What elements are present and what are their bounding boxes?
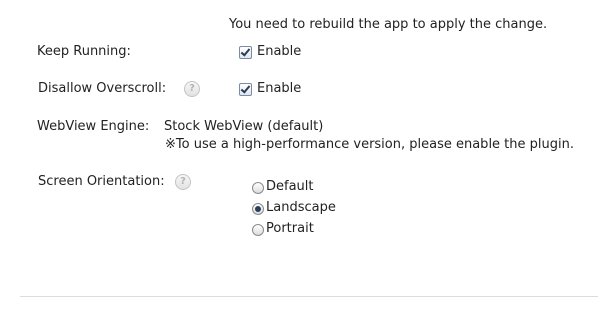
screen-orientation-label: Screen Orientation: xyxy=(38,174,165,189)
webview-engine-label: WebView Engine: xyxy=(37,119,150,134)
keep-running-enable-label[interactable]: Enable xyxy=(257,44,301,60)
orientation-option-default[interactable]: Default xyxy=(266,179,314,195)
orientation-radio-default[interactable] xyxy=(252,182,264,194)
keep-running-checkbox[interactable] xyxy=(239,46,252,59)
disallow-overscroll-enable-label[interactable]: Enable xyxy=(257,81,301,97)
orientation-radio-portrait[interactable] xyxy=(252,224,264,236)
disallow-overscroll-checkbox[interactable] xyxy=(239,83,252,96)
keep-running-label: Keep Running: xyxy=(37,44,131,59)
rebuild-notice: You need to rebuild the app to apply the… xyxy=(229,17,548,32)
webview-engine-note: ※To use a high-performance version, plea… xyxy=(165,137,574,152)
help-icon[interactable]: ? xyxy=(184,81,200,97)
orientation-radio-landscape[interactable] xyxy=(252,203,264,215)
orientation-option-landscape[interactable]: Landscape xyxy=(266,200,336,216)
webview-engine-value: Stock WebView (default) xyxy=(164,119,324,134)
divider xyxy=(20,296,598,297)
orientation-option-portrait[interactable]: Portrait xyxy=(266,221,314,237)
disallow-overscroll-label: Disallow Overscroll: xyxy=(38,81,167,96)
settings-panel: You need to rebuild the app to apply the… xyxy=(0,0,616,328)
help-icon[interactable]: ? xyxy=(175,174,191,190)
